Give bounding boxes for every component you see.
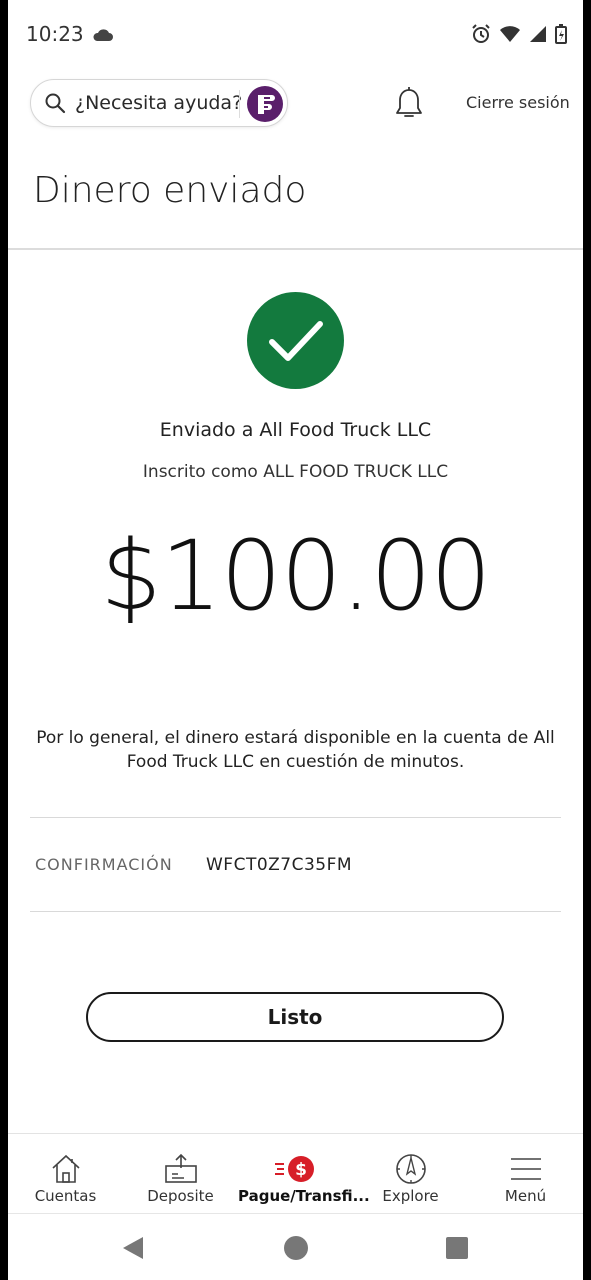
home-button-icon[interactable] <box>283 1235 309 1261</box>
title-divider <box>8 248 583 250</box>
nav-label: Menú <box>504 1187 547 1205</box>
search-icon <box>45 93 66 114</box>
alarm-icon <box>472 24 490 43</box>
status-bar: 10:23 <box>8 0 583 70</box>
system-nav-bar <box>8 1213 583 1280</box>
search-placeholder: ¿Necesita ayuda? <box>75 92 243 114</box>
svg-text:$: $ <box>295 1160 307 1180</box>
page-title: Dinero enviado <box>33 170 307 211</box>
nav-label: Cuentas <box>34 1187 97 1205</box>
deposit-icon <box>164 1153 197 1183</box>
confirmation-number: WFCT0Z7C35FM <box>206 855 353 875</box>
enrolled-as-text: Inscrito como ALL FOOD TRUCK LLC <box>142 462 449 482</box>
help-search-bar[interactable]: ¿Necesita ayuda? <box>30 79 288 127</box>
app-screen: 10:23 ¿Necesita ayuda? Cierre sesión Din… <box>8 0 583 1280</box>
divider <box>30 817 561 818</box>
cloud-icon <box>93 29 113 41</box>
notifications-bell-icon[interactable] <box>394 86 424 122</box>
nav-label: Deposite <box>147 1187 214 1205</box>
nav-label: Pague/Transfi... <box>238 1187 370 1205</box>
divider <box>239 90 240 118</box>
success-check-icon <box>247 292 344 389</box>
nav-item-menu[interactable]: Menú <box>468 1134 583 1214</box>
status-icons <box>471 24 567 44</box>
nav-item-accounts[interactable]: Cuentas <box>8 1134 123 1214</box>
nav-item-explore[interactable]: Explore <box>353 1134 468 1214</box>
divider <box>30 911 561 912</box>
compass-icon <box>395 1154 426 1184</box>
battery-icon <box>555 24 567 44</box>
nav-item-deposit[interactable]: Deposite <box>123 1134 238 1214</box>
status-time: 10:23 <box>26 22 84 46</box>
menu-icon <box>510 1158 541 1180</box>
nav-item-pay-transfer[interactable]: $ Pague/Transfi... <box>238 1134 370 1214</box>
signout-link[interactable]: Cierre sesión <box>466 93 570 112</box>
confirmation-label: CONFIRMACIÓN <box>35 855 173 874</box>
nav-label: Explore <box>382 1187 439 1205</box>
pay-transfer-icon: $ <box>274 1156 314 1182</box>
recipient-text: Enviado a All Food Truck LLC <box>159 419 432 441</box>
wifi-icon <box>500 26 520 42</box>
home-icon <box>51 1154 80 1183</box>
recents-icon[interactable] <box>445 1235 469 1261</box>
signal-icon <box>530 26 546 42</box>
bottom-nav: Cuentas Deposite $ Pague/Transfi... Expl… <box>8 1133 583 1214</box>
availability-note: Por lo general, el dinero estará disponi… <box>36 728 555 772</box>
amount-sent: $100.00 <box>100 520 492 632</box>
assistant-logo-icon[interactable] <box>247 86 283 122</box>
done-button[interactable]: Listo <box>86 992 504 1042</box>
back-icon[interactable] <box>121 1235 145 1261</box>
